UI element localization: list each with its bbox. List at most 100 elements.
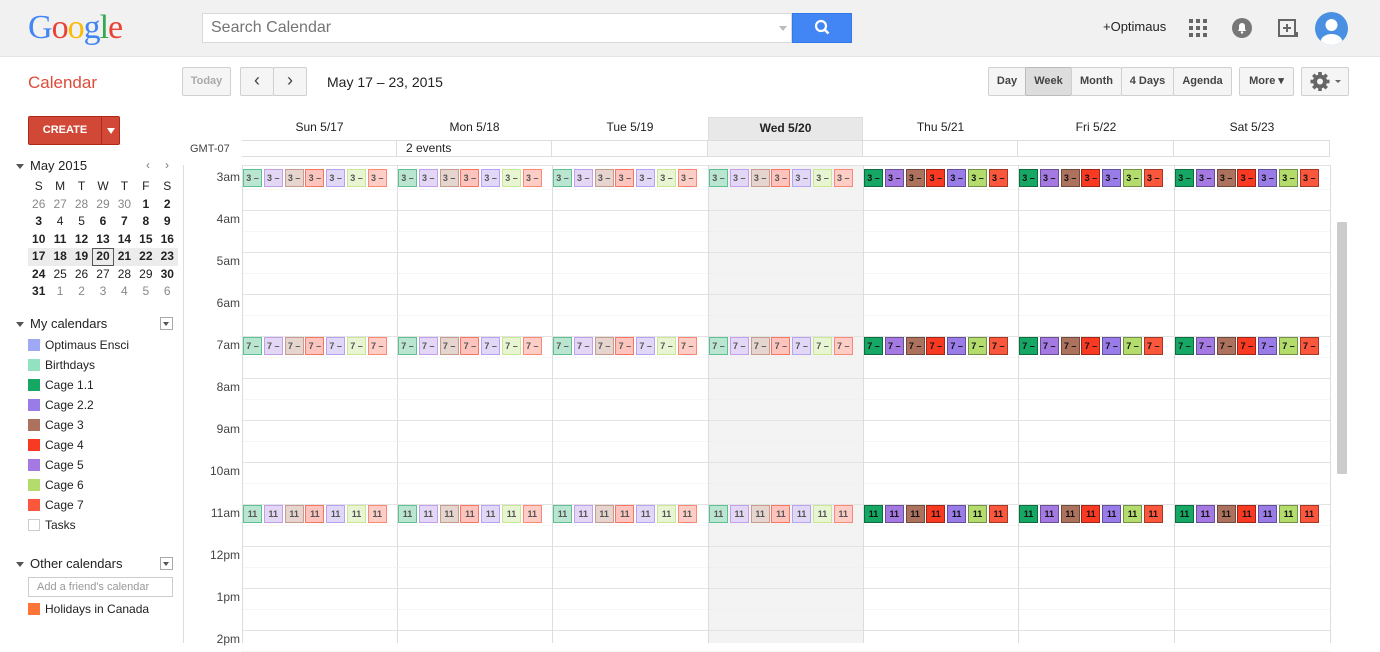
mini-day[interactable]: 27 bbox=[49, 196, 70, 214]
mini-day[interactable]: 28 bbox=[114, 266, 135, 284]
event-chip[interactable]: 7 – bbox=[1123, 337, 1142, 355]
event-chip[interactable]: 11 bbox=[398, 505, 417, 523]
mini-day[interactable]: 27 bbox=[92, 266, 113, 284]
event-chip[interactable]: 3 – bbox=[1258, 169, 1278, 187]
event-chip[interactable]: 11 bbox=[1081, 505, 1101, 523]
event-chip[interactable]: 3 – bbox=[1195, 169, 1215, 187]
event-chip[interactable]: 11 bbox=[1019, 505, 1038, 523]
calendar-title[interactable]: Calendar bbox=[28, 73, 97, 93]
event-chip[interactable]: 3 – bbox=[968, 169, 987, 187]
calendar-color-swatch[interactable] bbox=[28, 479, 40, 491]
mini-day[interactable]: 15 bbox=[135, 231, 156, 249]
event-chip[interactable]: 11 bbox=[947, 505, 967, 523]
event-chip[interactable]: 7 – bbox=[481, 337, 501, 355]
event-chip[interactable]: 11 bbox=[1060, 505, 1080, 523]
event-chip[interactable]: 11 bbox=[1102, 505, 1122, 523]
create-dropdown-icon[interactable] bbox=[101, 117, 119, 144]
mini-day[interactable]: 29 bbox=[92, 196, 113, 214]
mini-day[interactable]: 10 bbox=[28, 231, 49, 249]
all-day-cell[interactable] bbox=[1018, 140, 1174, 157]
event-chip[interactable]: 11 bbox=[677, 505, 697, 523]
mini-day[interactable]: 13 bbox=[92, 231, 113, 249]
event-chip[interactable]: 3 – bbox=[522, 169, 542, 187]
event-chip[interactable]: 7 – bbox=[988, 337, 1008, 355]
event-chip[interactable]: 11 bbox=[481, 505, 501, 523]
event-chip[interactable]: 3 – bbox=[636, 169, 656, 187]
event-chip[interactable]: 3 – bbox=[573, 169, 593, 187]
user-avatar[interactable] bbox=[1315, 12, 1348, 45]
mini-day[interactable]: 9 bbox=[157, 213, 178, 231]
event-chip[interactable]: 7 – bbox=[439, 337, 459, 355]
mini-next-month-icon[interactable]: › bbox=[165, 158, 169, 172]
event-chip[interactable]: 7 – bbox=[522, 337, 542, 355]
all-day-cell[interactable] bbox=[242, 140, 397, 157]
event-chip[interactable]: 7 – bbox=[636, 337, 656, 355]
event-chip[interactable]: 11 bbox=[833, 505, 853, 523]
event-chip[interactable]: 11 bbox=[1237, 505, 1257, 523]
calendar-color-swatch[interactable] bbox=[28, 339, 40, 351]
apps-grid-icon[interactable] bbox=[1186, 16, 1210, 40]
search-options-dropdown-icon[interactable] bbox=[779, 26, 787, 31]
mini-day[interactable]: 7 bbox=[114, 213, 135, 231]
event-chip[interactable]: 11 bbox=[792, 505, 812, 523]
event-chip[interactable]: 7 – bbox=[594, 337, 614, 355]
settings-button[interactable] bbox=[1301, 67, 1349, 96]
event-chip[interactable]: 3 – bbox=[926, 169, 946, 187]
event-chip[interactable]: 3 – bbox=[1237, 169, 1257, 187]
mini-day[interactable]: 1 bbox=[135, 196, 156, 214]
mini-day[interactable]: 30 bbox=[114, 196, 135, 214]
user-name-link[interactable]: +Optimaus bbox=[1103, 19, 1166, 34]
event-chip[interactable]: 11 bbox=[813, 505, 832, 523]
day-header[interactable]: Wed 5/20 bbox=[708, 117, 863, 140]
event-chip[interactable]: 3 – bbox=[1102, 169, 1122, 187]
other-calendars-menu-icon[interactable] bbox=[160, 557, 173, 570]
event-chip[interactable]: 3 – bbox=[439, 169, 459, 187]
event-chip[interactable]: 7 – bbox=[305, 337, 325, 355]
event-chip[interactable]: 11 bbox=[1175, 505, 1194, 523]
event-chip[interactable]: 11 bbox=[367, 505, 387, 523]
next-week-button[interactable]: › bbox=[273, 67, 307, 96]
mini-week-row[interactable]: 3456789 bbox=[28, 213, 178, 231]
event-chip[interactable]: 7 – bbox=[813, 337, 832, 355]
event-chip[interactable]: 7 – bbox=[677, 337, 697, 355]
event-chip[interactable]: 7 – bbox=[750, 337, 770, 355]
create-event-button[interactable]: CREATE bbox=[28, 116, 120, 145]
event-chip[interactable]: 11 bbox=[1039, 505, 1059, 523]
mini-day[interactable]: 4 bbox=[49, 213, 70, 231]
mini-prev-month-icon[interactable]: ‹ bbox=[146, 158, 150, 172]
event-chip[interactable]: 7 – bbox=[1279, 337, 1298, 355]
event-chip[interactable]: 3 – bbox=[709, 169, 728, 187]
view-agenda-button[interactable]: Agenda bbox=[1173, 67, 1232, 96]
add-friend-calendar-input[interactable]: Add a friend's calendar bbox=[28, 577, 173, 597]
event-chip[interactable]: 3 – bbox=[594, 169, 614, 187]
view-4days-button[interactable]: 4 Days bbox=[1121, 67, 1174, 96]
event-chip[interactable]: 11 bbox=[636, 505, 656, 523]
event-chip[interactable]: 11 bbox=[729, 505, 749, 523]
calendar-color-swatch[interactable] bbox=[28, 379, 40, 391]
all-day-events-link[interactable]: 2 events bbox=[406, 141, 451, 156]
event-chip[interactable]: 3 – bbox=[460, 169, 480, 187]
event-chip[interactable]: 11 bbox=[884, 505, 904, 523]
view-week-button[interactable]: Week bbox=[1025, 67, 1072, 96]
event-chip[interactable]: 3 – bbox=[263, 169, 283, 187]
event-chip[interactable]: 7 – bbox=[1237, 337, 1257, 355]
calendar-item[interactable]: Holidays in Canada bbox=[28, 603, 149, 621]
mini-week-row[interactable]: 17 18 19 20 21 22 23 bbox=[28, 248, 178, 266]
event-chip[interactable]: 7 – bbox=[1039, 337, 1059, 355]
mini-day[interactable]: 29 bbox=[135, 266, 156, 284]
search-box[interactable] bbox=[202, 13, 792, 43]
event-chip[interactable]: 3 – bbox=[1216, 169, 1236, 187]
mini-calendar-month[interactable]: May 2015 bbox=[16, 158, 87, 173]
notifications-bell-icon[interactable] bbox=[1230, 16, 1254, 40]
event-chip[interactable]: 7 – bbox=[347, 337, 366, 355]
calendar-color-swatch[interactable] bbox=[28, 419, 40, 431]
event-chip[interactable]: 3 – bbox=[947, 169, 967, 187]
event-chip[interactable]: 7 – bbox=[418, 337, 438, 355]
today-button[interactable]: Today bbox=[182, 67, 231, 96]
calendar-color-swatch[interactable] bbox=[28, 603, 40, 615]
share-add-icon[interactable] bbox=[1276, 16, 1300, 40]
mini-day[interactable]: 3 bbox=[28, 213, 49, 231]
event-chip[interactable]: 11 bbox=[347, 505, 366, 523]
event-chip[interactable]: 7 – bbox=[729, 337, 749, 355]
event-chip[interactable]: 3 – bbox=[988, 169, 1008, 187]
